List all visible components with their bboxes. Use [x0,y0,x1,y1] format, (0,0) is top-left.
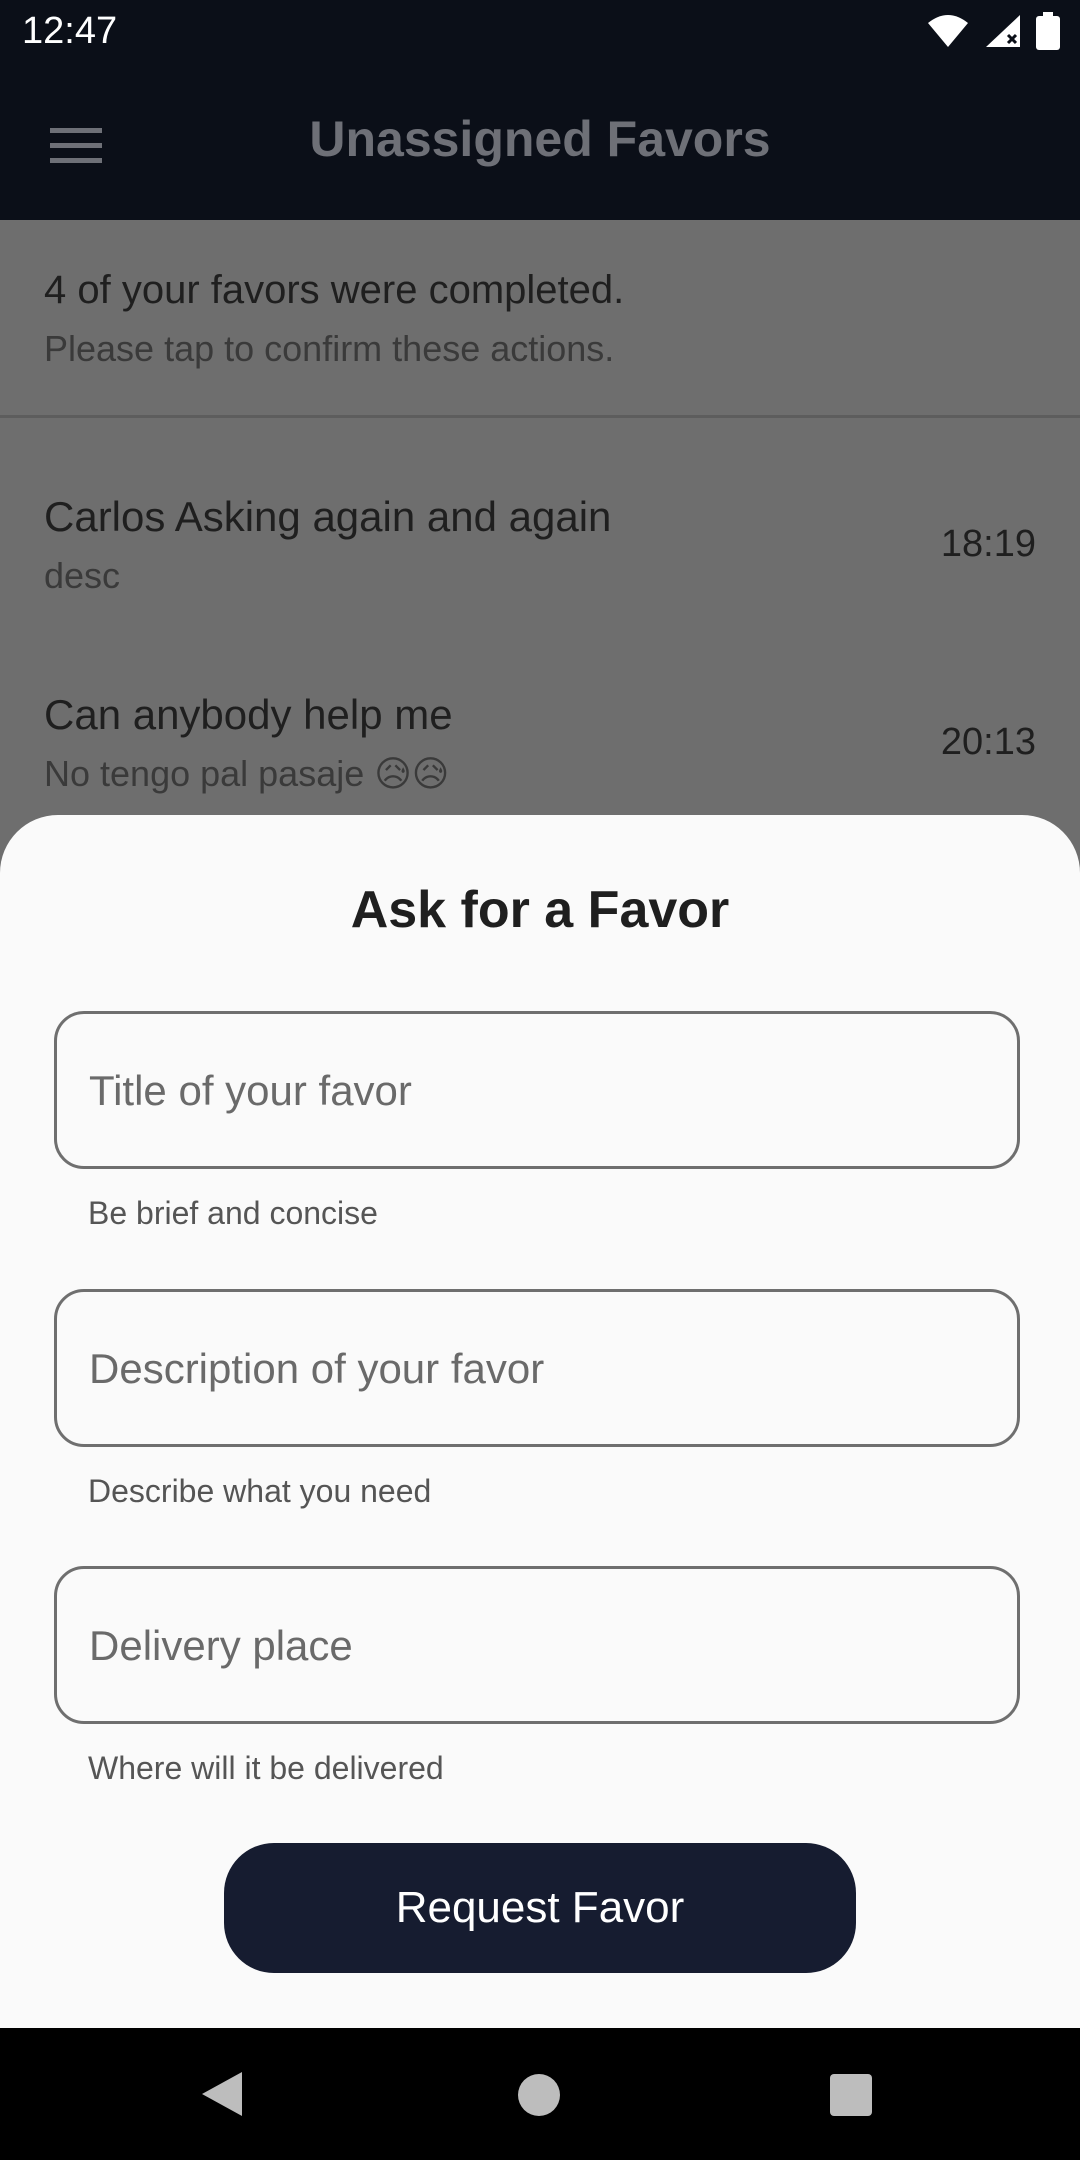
status-bar: 12:47 [0,0,1080,66]
status-time: 12:47 [22,10,118,52]
favor-time: 18:19 [940,523,1036,565]
favor-description: No tengo pal pasaje 😥😥 [44,753,450,794]
page-title: Unassigned Favors [309,111,771,167]
home-icon[interactable] [518,2074,560,2116]
banner-subtitle: Please tap to confirm these actions. [44,328,615,369]
favor-title: Can anybody help me [44,691,453,738]
app-bar: Unassigned Favors [0,66,1080,220]
status-icons [926,12,1060,50]
favor-title-helper: Be brief and concise [88,1195,378,1231]
delivery-place-input[interactable] [87,1569,991,1723]
ask-favor-sheet: Ask for a Favor Be brief and concise Des… [0,815,1080,2028]
wifi-icon [928,15,968,47]
favor-title: Carlos Asking again and again [44,493,612,540]
request-favor-button[interactable]: Request Favor [224,1843,856,1973]
signal-icon [986,15,1020,47]
recents-icon[interactable] [830,2074,872,2116]
completed-favors-banner[interactable]: 4 of your favors were completed. Please … [0,220,1080,418]
favor-title-input[interactable] [87,1014,991,1168]
back-icon[interactable] [200,2070,244,2118]
favor-description-field[interactable] [54,1289,1020,1447]
delivery-place-field[interactable] [54,1566,1020,1724]
system-nav-bar [0,2028,1080,2160]
battery-icon [1036,12,1060,50]
list-item[interactable]: Carlos Asking again and again desc 18:19 [0,445,1080,645]
favor-description: desc [44,555,121,596]
list-item[interactable]: Can anybody help me No tengo pal pasaje … [0,643,1080,843]
sheet-title: Ask for a Favor [350,881,730,939]
favor-title-field[interactable] [54,1011,1020,1169]
delivery-place-helper: Where will it be delivered [88,1750,444,1786]
favor-description-helper: Describe what you need [88,1473,432,1509]
favor-time: 20:13 [940,721,1036,763]
banner-title: 4 of your favors were completed. [44,268,625,312]
favor-description-input[interactable] [87,1292,991,1446]
